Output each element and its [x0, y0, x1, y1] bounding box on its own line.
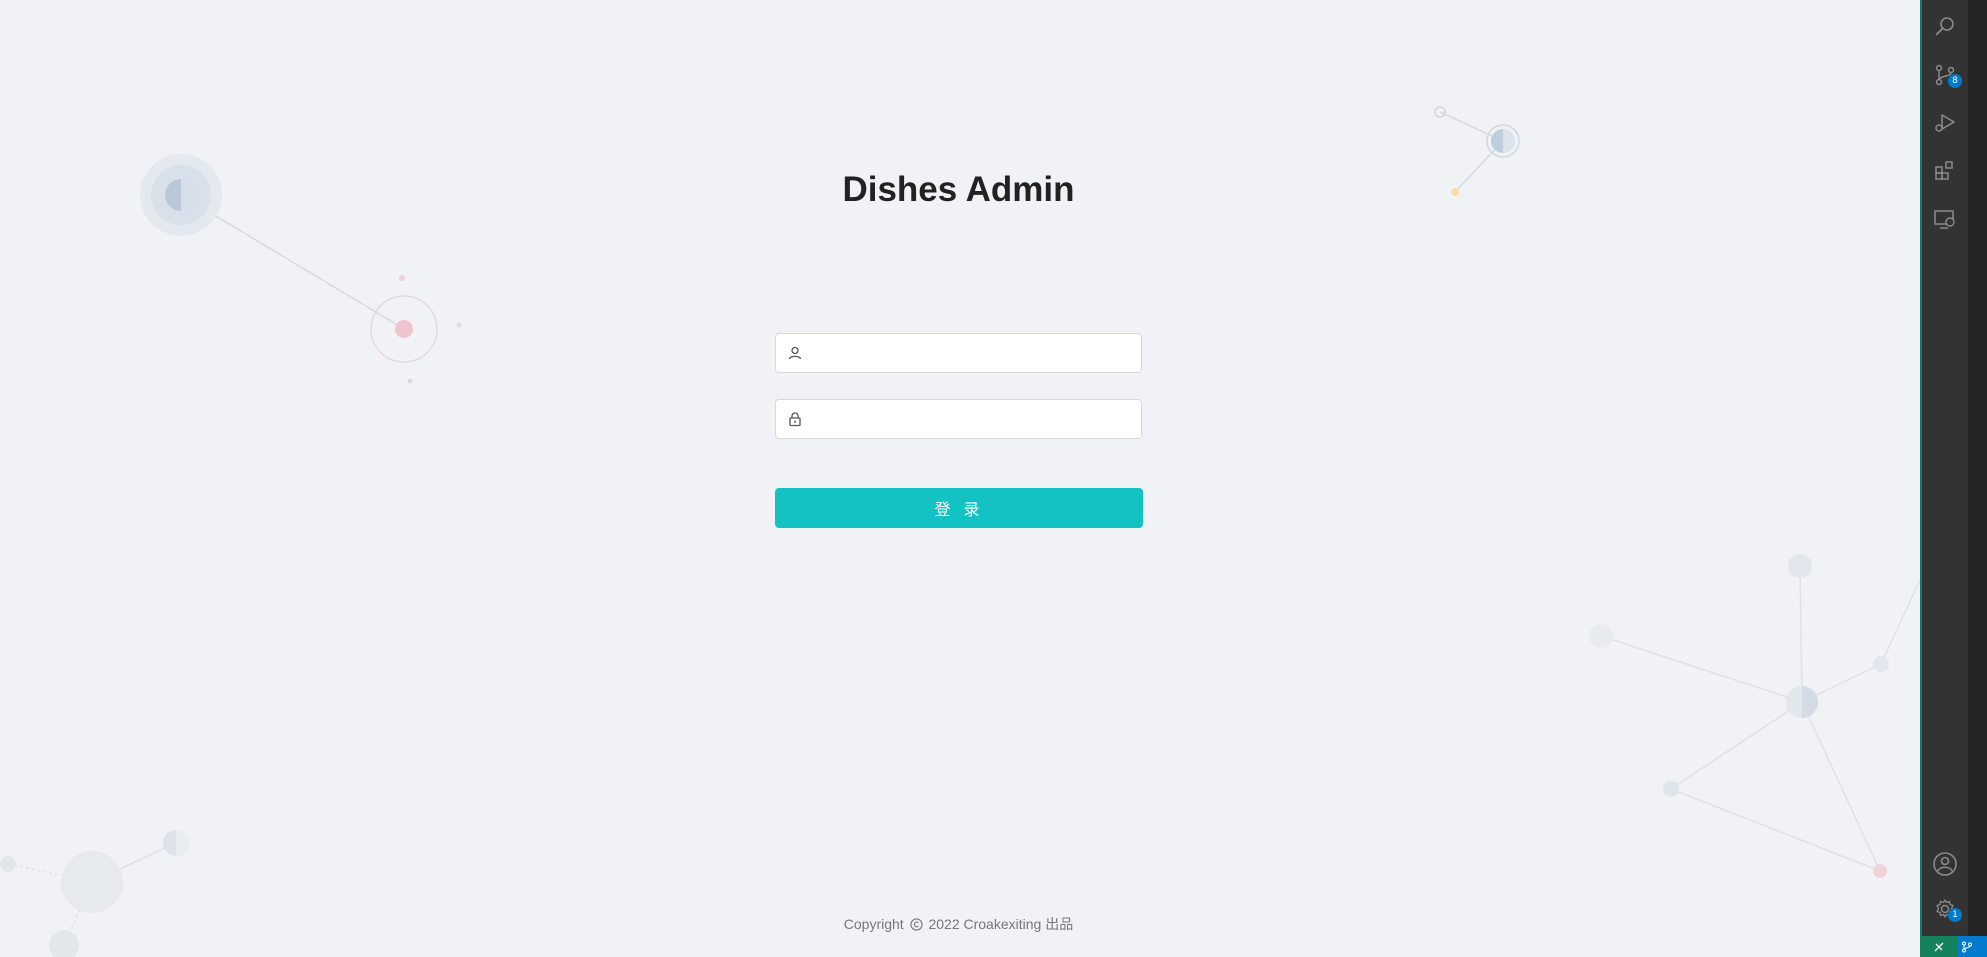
git-branch-icon	[1962, 941, 1972, 952]
copyright-icon	[909, 918, 923, 931]
run-debug-icon	[1935, 114, 1955, 132]
vscode-activity-bar: 8 1	[1920, 0, 1968, 957]
accounts-button[interactable]	[1922, 843, 1968, 885]
copyright-label: Copyright	[843, 916, 904, 932]
run-debug-button[interactable]	[1922, 102, 1968, 144]
lock-icon	[789, 412, 801, 427]
remote-icon	[1934, 942, 1943, 951]
login-button[interactable]: 登 录	[775, 488, 1143, 528]
user-icon	[788, 346, 802, 360]
source-control-badge: 8	[1948, 74, 1962, 88]
password-input[interactable]	[810, 400, 1134, 440]
extensions-button[interactable]	[1922, 150, 1968, 192]
editor-side-strip	[1968, 0, 1987, 957]
remote-status-button[interactable]	[1920, 936, 1957, 957]
password-field[interactable]	[775, 399, 1142, 440]
source-control-button[interactable]: 8	[1922, 54, 1968, 96]
branch-status-button[interactable]	[1957, 936, 1987, 957]
manage-button[interactable]: 1	[1922, 888, 1968, 930]
account-icon	[1933, 852, 1957, 876]
username-input[interactable]	[810, 334, 1134, 374]
remote-explorer-button[interactable]	[1922, 198, 1968, 240]
background-decoration	[0, 106, 1920, 957]
copyright-text: 2022 Croakexiting 出品	[928, 916, 1074, 932]
extensions-icon	[1935, 161, 1953, 180]
search-icon	[1935, 17, 1954, 36]
username-field[interactable]	[775, 333, 1142, 374]
page-title: Dishes Admin	[842, 170, 1075, 209]
copyright-footer: Copyright 2022 Croakexiting 出品	[0, 914, 1917, 934]
search-button[interactable]	[1922, 6, 1968, 48]
settings-badge: 1	[1948, 908, 1962, 922]
login-page: Dishes Admin 登 录 Copyright 2022 Croakexi…	[0, 0, 1920, 957]
remote-explorer-icon	[1934, 210, 1955, 229]
